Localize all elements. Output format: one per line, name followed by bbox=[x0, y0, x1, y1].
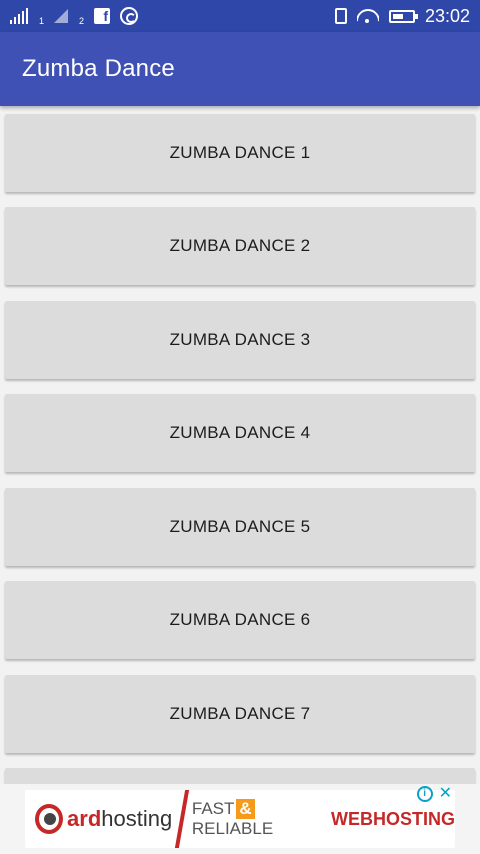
ad-close-icon[interactable]: ✕ bbox=[439, 786, 452, 802]
status-bar: 1 2 f 23:02 bbox=[0, 0, 480, 32]
status-right: 23:02 bbox=[334, 5, 470, 27]
app-title: Zumba Dance bbox=[22, 55, 175, 82]
button-label: ZUMBA DANCE 7 bbox=[169, 704, 311, 723]
app-bar: Zumba Dance bbox=[0, 32, 480, 106]
ad-divider bbox=[175, 790, 190, 848]
ad-tag-amp: & bbox=[236, 799, 255, 819]
ad-brand: ardhosting bbox=[67, 806, 172, 832]
ad-container: ardhosting FAST &RELIABLE WEBHOSTING i ✕ bbox=[0, 784, 480, 854]
button-label: ZUMBA DANCE 6 bbox=[169, 610, 311, 629]
button-label: ZUMBA DANCE 1 bbox=[169, 143, 311, 162]
ad-banner[interactable]: ardhosting FAST &RELIABLE WEBHOSTING bbox=[25, 790, 455, 848]
zumba-dance-7-button[interactable]: ZUMBA DANCE 7 bbox=[5, 675, 475, 753]
facebook-icon: f bbox=[94, 8, 111, 24]
zumba-dance-6-button[interactable]: ZUMBA DANCE 6 bbox=[5, 581, 475, 659]
ad-controls: i ✕ bbox=[416, 786, 452, 802]
whatsapp-icon bbox=[120, 7, 139, 25]
wifi-icon bbox=[357, 8, 379, 24]
button-label: ZUMBA DANCE 5 bbox=[169, 517, 311, 536]
ad-brand-rest: hosting bbox=[101, 806, 173, 831]
status-left: 1 2 f bbox=[10, 6, 139, 26]
ad-tag-reliable: RELIABLE bbox=[191, 819, 274, 838]
sim1-label: 1 bbox=[39, 16, 45, 26]
sim2-label: 2 bbox=[79, 16, 85, 26]
signal-sim2-icon bbox=[54, 9, 69, 23]
ad-tag-web: WEBHOSTING bbox=[331, 808, 455, 829]
vibrate-icon bbox=[334, 8, 347, 24]
ad-brand-bold: ard bbox=[67, 806, 102, 831]
zumba-dance-4-button[interactable]: ZUMBA DANCE 4 bbox=[5, 394, 475, 472]
ad-logo-icon bbox=[35, 804, 64, 834]
status-time: 23:02 bbox=[424, 5, 470, 26]
button-label: ZUMBA DANCE 2 bbox=[169, 236, 311, 255]
zumba-dance-2-button[interactable]: ZUMBA DANCE 2 bbox=[5, 207, 475, 285]
ad-tagline: FAST &RELIABLE bbox=[192, 799, 325, 839]
zumba-dance-5-button[interactable]: ZUMBA DANCE 5 bbox=[5, 488, 475, 566]
battery-icon bbox=[388, 9, 418, 23]
zumba-dance-3-button[interactable]: ZUMBA DANCE 3 bbox=[5, 301, 475, 379]
ad-info-icon[interactable]: i bbox=[416, 786, 433, 802]
ad-tag-fast: FAST bbox=[191, 799, 235, 818]
signal-sim1-icon bbox=[10, 8, 28, 24]
button-label: ZUMBA DANCE 4 bbox=[169, 423, 311, 442]
button-label: ZUMBA DANCE 3 bbox=[169, 330, 311, 349]
zumba-dance-1-button[interactable]: ZUMBA DANCE 1 bbox=[5, 114, 475, 192]
